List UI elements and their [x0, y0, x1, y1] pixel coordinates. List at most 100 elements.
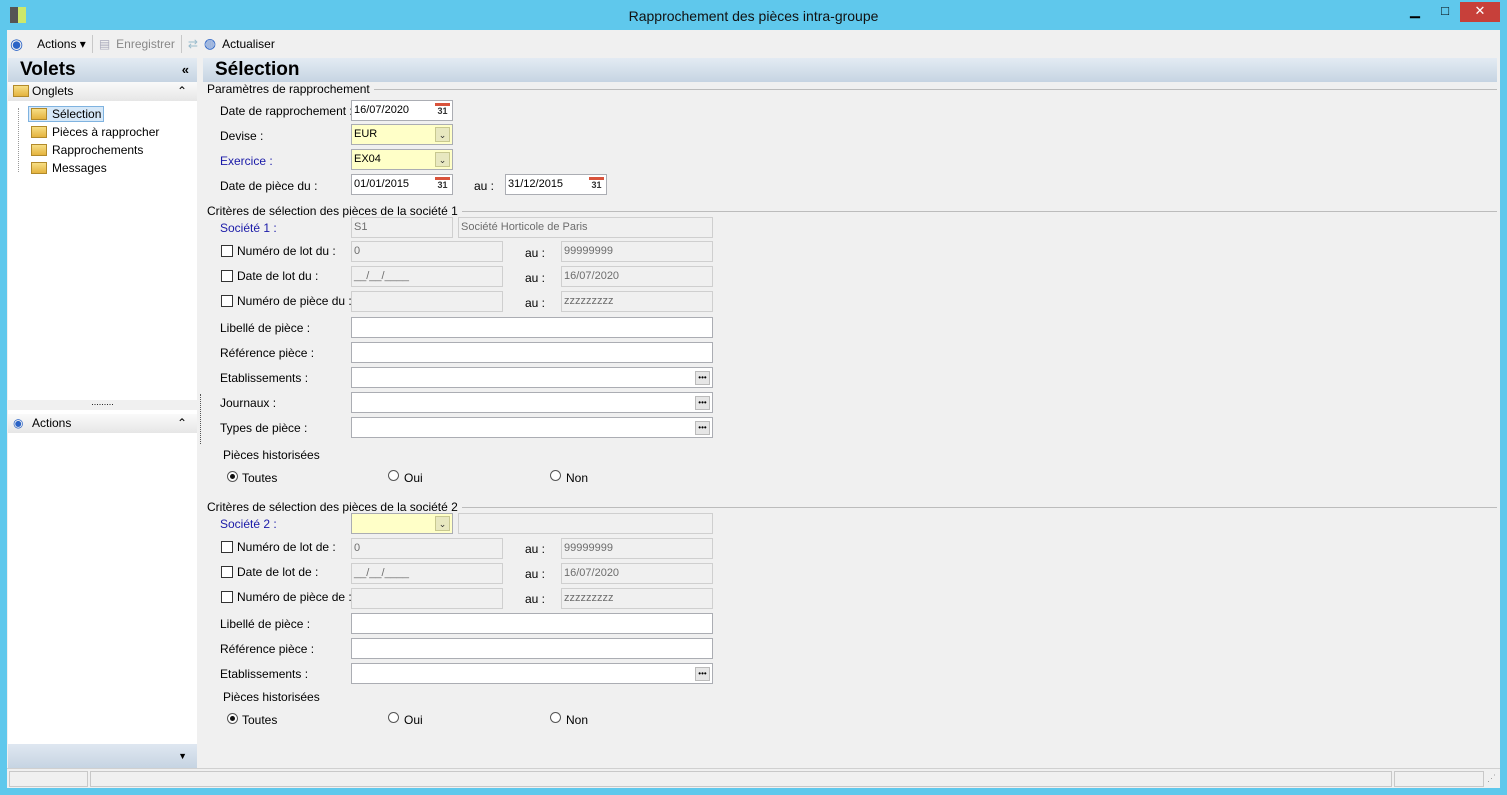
radio-label: Non [566, 471, 589, 485]
lot-from-input: 0 [351, 538, 503, 559]
types-input[interactable]: ••• [351, 417, 713, 438]
reference-label: Référence pièce : [220, 642, 315, 656]
main-header: Sélection [203, 58, 1497, 82]
etablissements-label: Etablissements : [220, 667, 309, 681]
tabs-section-header[interactable]: Onglets ⌃ [8, 82, 197, 101]
types-label: Types de pièce : [220, 421, 308, 435]
reference-input[interactable] [351, 342, 713, 363]
au-label: au : [525, 567, 546, 581]
actions-menu-button[interactable]: Actions ▾ [37, 37, 86, 51]
libelle-label: Libellé de pièce : [220, 321, 311, 335]
devise-label: Devise : [220, 129, 264, 143]
resize-grip-icon[interactable]: ⋰ [1487, 773, 1496, 784]
left-pane: Volets « Onglets ⌃ Sélection Pièces à rap… [8, 58, 197, 768]
radio-non[interactable] [550, 470, 561, 481]
calendar-icon[interactable]: 31 [589, 177, 604, 192]
lot-checkbox[interactable] [221, 245, 233, 257]
tab-selection[interactable]: Sélection [28, 106, 105, 122]
num-piece-checkbox[interactable] [221, 591, 233, 603]
pane-dropdown-button[interactable]: ▼ [8, 744, 197, 768]
title-bar: Rapprochement des pièces intra-groupe [0, 0, 1507, 30]
exercice-select[interactable]: EX04 ⌄ [351, 149, 453, 170]
date-rapprochement-input[interactable]: 16/07/2020 31 [351, 100, 453, 121]
radio-oui[interactable] [388, 712, 399, 723]
date-piece-to-input[interactable]: 31/12/2015 31 [505, 174, 607, 195]
reference-label: Référence pièce : [220, 346, 315, 360]
tab-label: Sélection [52, 107, 102, 121]
au-label: au : [525, 296, 546, 310]
libelle-input[interactable] [351, 317, 713, 338]
folder-icon [31, 144, 47, 156]
folder-icon [31, 126, 47, 138]
date-lot-checkbox[interactable] [221, 566, 233, 578]
historisees-label: Pièces historisées [223, 448, 320, 462]
actions-circle-icon: ◉ [13, 416, 24, 430]
folder-icon [31, 162, 47, 174]
chevron-double-down-icon[interactable]: ⌄ [435, 127, 450, 142]
radio-non[interactable] [550, 712, 561, 723]
calendar-icon[interactable]: 31 [435, 103, 450, 118]
minimize-button[interactable]: ▁ [1400, 2, 1430, 22]
lot-checkbox[interactable] [221, 541, 233, 553]
chevron-up-icon[interactable]: ⌃ [177, 82, 187, 101]
etablissements-input[interactable]: ••• [351, 367, 713, 388]
ellipsis-button[interactable]: ••• [695, 371, 710, 385]
group-title: Critères de sélection des pièces de la s… [207, 500, 458, 514]
journaux-input[interactable]: ••• [351, 392, 713, 413]
au-label: au : [525, 592, 546, 606]
refresh-button[interactable]: Actualiser [222, 37, 275, 51]
refresh-icon: ◍ [203, 35, 217, 51]
reference-input[interactable] [351, 638, 713, 659]
calendar-icon[interactable]: 31 [435, 177, 450, 192]
libelle-input[interactable] [351, 613, 713, 634]
tab-rapprochements[interactable]: Rapprochements [31, 143, 143, 157]
ellipsis-button[interactable]: ••• [695, 396, 710, 410]
folder-icon [13, 85, 29, 97]
num-piece-checkbox[interactable] [221, 295, 233, 307]
pane-splitter[interactable]: ......... [8, 398, 197, 410]
lot-label: Numéro de lot de : [237, 540, 336, 554]
chevron-double-down-icon[interactable]: ⌄ [435, 152, 450, 167]
close-button[interactable]: ✕ [1460, 2, 1500, 22]
main-title: Sélection [215, 59, 300, 80]
ellipsis-button[interactable]: ••• [695, 421, 710, 435]
status-panel [9, 771, 88, 787]
radio-label: Toutes [242, 471, 278, 485]
lot-to-input: 99999999 [561, 538, 713, 559]
societe1-group: Critères de sélection des pièces de la s… [207, 204, 1497, 218]
status-panel [1394, 771, 1484, 787]
num-piece-from-input [351, 588, 503, 609]
num-piece-to-input: zzzzzzzzz [561, 588, 713, 609]
toolbar-separator [91, 34, 93, 53]
tab-pieces-a-rapprocher[interactable]: Pièces à rapprocher [31, 125, 159, 139]
date-piece-from-input[interactable]: 01/01/2015 31 [351, 174, 453, 195]
group-title: Critères de sélection des pièces de la s… [207, 204, 458, 218]
vertical-splitter[interactable] [200, 394, 201, 444]
radio-toutes[interactable] [227, 713, 238, 724]
actions-header-label: Actions [32, 416, 72, 430]
ellipsis-button[interactable]: ••• [695, 667, 710, 681]
save-button[interactable]: Enregistrer [116, 37, 175, 51]
date-lot-checkbox[interactable] [221, 270, 233, 282]
societe2-select[interactable]: ⌄ [351, 513, 453, 534]
toolbar-separator [180, 34, 182, 53]
actions-section-header[interactable]: ◉ Actions ⌃ [8, 414, 197, 433]
num-piece-label: Numéro de pièce du : [237, 294, 352, 308]
radio-oui[interactable] [388, 470, 399, 481]
actions-circle-icon: ◉ [10, 35, 24, 53]
tab-label: Pièces à rapprocher [52, 125, 160, 139]
collapse-pane-button[interactable]: « [182, 58, 189, 82]
lot-label: Numéro de lot du : [237, 244, 336, 258]
chevron-double-down-icon[interactable]: ⌄ [435, 516, 450, 531]
group-title: Paramètres de rapprochement [207, 82, 370, 96]
radio-label: Oui [404, 713, 423, 727]
libelle-label: Libellé de pièce : [220, 617, 311, 631]
maximize-button[interactable]: □ [1430, 2, 1460, 22]
chevron-up-icon[interactable]: ⌃ [177, 414, 187, 433]
radio-label: Non [566, 713, 589, 727]
lot-from-input: 0 [351, 241, 503, 262]
tab-messages[interactable]: Messages [31, 161, 107, 175]
radio-toutes[interactable] [227, 471, 238, 482]
devise-select[interactable]: EUR ⌄ [351, 124, 453, 145]
etablissements-input[interactable]: ••• [351, 663, 713, 684]
